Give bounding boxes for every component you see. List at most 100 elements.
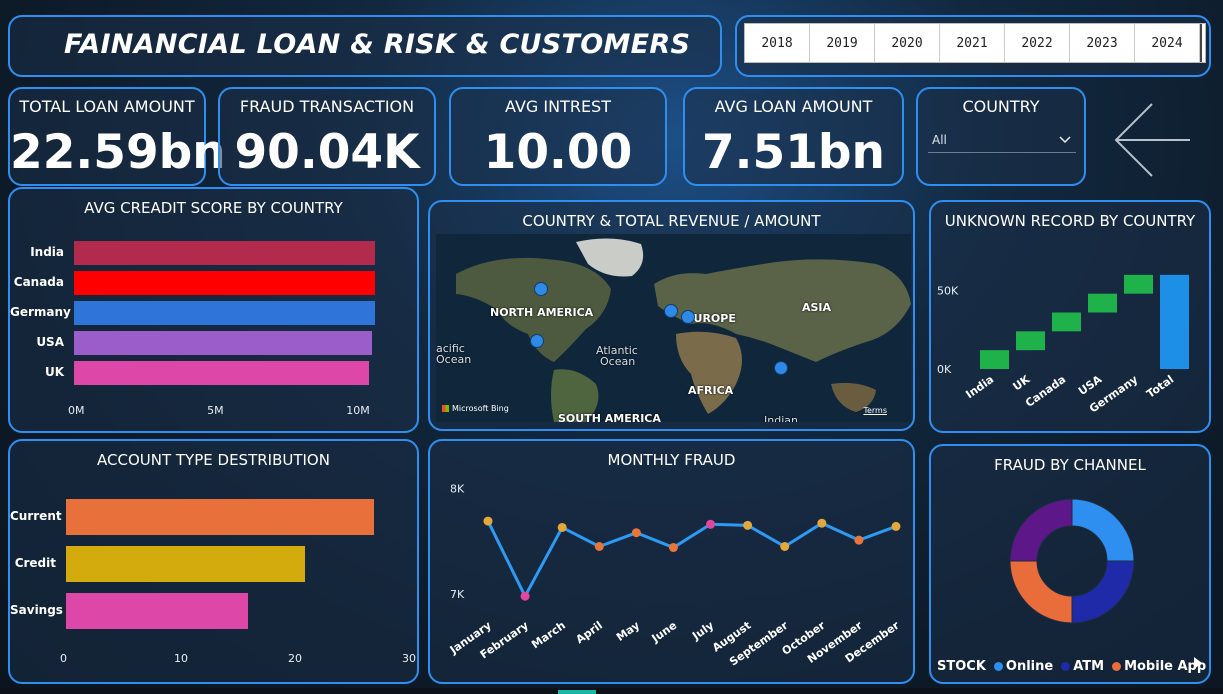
monthly-fraud-panel: MONTHLY FRAUD January February March April M… xyxy=(428,439,915,684)
year-button-2022[interactable]: 2022 xyxy=(1005,24,1070,62)
page-scrollbar[interactable] xyxy=(0,688,1223,694)
map-label: Indian xyxy=(764,414,798,422)
data-point[interactable] xyxy=(520,591,530,601)
kpi-fraud-transaction: FRAUD TRANSACTION 90.04K xyxy=(218,87,436,186)
map-terms-link[interactable]: Terms xyxy=(863,406,887,415)
map-bubble-india[interactable] xyxy=(774,361,788,375)
kpi-label: TOTAL LOAN AMOUNT xyxy=(19,97,195,116)
legend-item-online[interactable]: Online xyxy=(993,659,1053,674)
year-button-2023[interactable]: 2023 xyxy=(1070,24,1135,62)
data-point[interactable] xyxy=(557,522,567,532)
map-label: NORTH AMERICA xyxy=(490,306,594,319)
legend-item-atm[interactable]: ATM xyxy=(1061,659,1104,674)
axis-tick-label: 0 xyxy=(60,652,67,665)
year-buttons: 2018 2019 2020 2021 2022 2023 2024 xyxy=(744,23,1206,63)
year-button-2020[interactable]: 2020 xyxy=(875,24,940,62)
axis-tick-label: 5M xyxy=(207,404,224,417)
bar[interactable] xyxy=(74,331,372,355)
legend-swatch xyxy=(1112,662,1122,671)
bar-label: Current xyxy=(10,509,62,523)
account-type-panel: ACCOUNT TYPE DESTRIBUTION Current Credit S… xyxy=(8,439,419,684)
y-axis-tick: 7K xyxy=(450,588,465,601)
bar[interactable] xyxy=(66,546,306,582)
waterfall-bar[interactable] xyxy=(980,350,1009,369)
data-point[interactable] xyxy=(891,521,901,531)
kpi-value: 22.59bn xyxy=(10,125,226,180)
legend-swatch xyxy=(993,662,1003,671)
bar-label: Canada xyxy=(13,275,64,289)
waterfall-bar[interactable] xyxy=(1160,274,1189,369)
country-dropdown[interactable]: All xyxy=(928,127,1076,153)
bar[interactable] xyxy=(74,361,369,385)
x-axis-label: Canada xyxy=(1023,373,1068,410)
x-axis-label: USA xyxy=(1076,373,1105,398)
data-point[interactable] xyxy=(817,518,827,528)
microsoft-logo-icon xyxy=(442,405,449,412)
bar[interactable] xyxy=(74,241,375,265)
year-button-2019[interactable]: 2019 xyxy=(810,24,875,62)
caret-right-icon[interactable] xyxy=(1193,656,1203,670)
chart-title: MONTHLY FRAUD xyxy=(607,451,736,469)
donut-slice[interactable] xyxy=(1071,560,1135,624)
map-label: Ocean xyxy=(600,355,636,368)
donut-slice[interactable] xyxy=(1071,498,1135,562)
data-point[interactable] xyxy=(743,520,753,530)
bar-label: USA xyxy=(36,335,64,349)
bar[interactable] xyxy=(66,499,374,535)
axis-tick-label: 10M xyxy=(346,404,370,417)
map-bubble-usa[interactable] xyxy=(530,334,544,348)
kpi-label: FRAUD TRANSACTION xyxy=(239,97,415,116)
x-axis-label: June xyxy=(649,619,680,646)
kpi-value: 90.04K xyxy=(234,125,420,180)
year-scrollbar[interactable] xyxy=(1200,24,1205,62)
map-landmass xyxy=(436,234,911,422)
x-axis-label: May xyxy=(614,619,642,644)
country-slicer: COUNTRY All xyxy=(916,87,1086,186)
bing-attribution: Microsoft Bing xyxy=(442,404,509,413)
country-dropdown-value: All xyxy=(932,132,947,147)
year-button-2018[interactable]: 2018 xyxy=(745,24,810,62)
map-bubble-germany[interactable] xyxy=(681,310,695,324)
monthly-fraud-line-chart: JanuaryFebruaryMarch April May June JulyAugu… xyxy=(447,482,902,668)
data-point[interactable] xyxy=(483,516,493,526)
arrow-left-icon[interactable] xyxy=(1110,98,1194,182)
data-point[interactable] xyxy=(594,542,604,551)
legend-swatch xyxy=(1061,662,1071,671)
world-map[interactable]: NORTH AMERICA EUROPE ASIA AFRICA SOUTH A… xyxy=(436,234,911,422)
fraud-channel-donut xyxy=(1009,498,1135,624)
waterfall-bar[interactable] xyxy=(1124,274,1153,294)
x-axis-label: India xyxy=(963,373,996,401)
bar-label: Credit xyxy=(14,556,56,570)
credit-score-panel: AVG CREADIT SCORE BY COUNTRY India Canada… xyxy=(8,187,419,433)
x-axis-label: Total xyxy=(1144,373,1176,401)
waterfall-bar[interactable] xyxy=(1052,312,1081,332)
map-label: AFRICA xyxy=(688,384,734,397)
x-axis-label: March xyxy=(529,619,568,652)
map-bubble-canada[interactable] xyxy=(534,282,548,296)
data-point[interactable] xyxy=(668,543,678,553)
data-point[interactable] xyxy=(706,519,716,529)
axis-tick-label: 10 xyxy=(174,652,188,665)
data-point[interactable] xyxy=(780,542,790,551)
map-bubble-uk[interactable] xyxy=(664,304,678,318)
x-axis-label: UK xyxy=(1010,373,1032,394)
waterfall-bar[interactable] xyxy=(1016,331,1045,351)
bar-label: Savings xyxy=(10,603,63,617)
bar[interactable] xyxy=(74,271,375,295)
bar[interactable] xyxy=(66,593,249,629)
donut-slice[interactable] xyxy=(1009,498,1073,562)
page-title: FAINANCIAL LOAN & RISK & CUSTOMERS xyxy=(64,29,691,60)
fraud-channel-panel: FRAUD BY CHANNEL STOCK Online ATM Mobile… xyxy=(929,444,1211,684)
chart-title: UNKNOWN RECORD BY COUNTRY xyxy=(944,212,1196,230)
scrollbar-thumb[interactable] xyxy=(558,690,596,694)
waterfall-bar[interactable] xyxy=(1088,293,1117,313)
axis-tick-label: 20 xyxy=(288,652,302,665)
year-button-2021[interactable]: 2021 xyxy=(940,24,1005,62)
year-button-2024[interactable]: 2024 xyxy=(1135,24,1200,62)
kpi-avg-loan-amount: AVG LOAN AMOUNT 7.51bn xyxy=(683,87,904,186)
axis-tick-label: 30 xyxy=(402,652,416,665)
bar[interactable] xyxy=(74,301,375,325)
data-point[interactable] xyxy=(631,528,641,538)
data-point[interactable] xyxy=(854,535,864,545)
donut-slice[interactable] xyxy=(1009,560,1073,624)
